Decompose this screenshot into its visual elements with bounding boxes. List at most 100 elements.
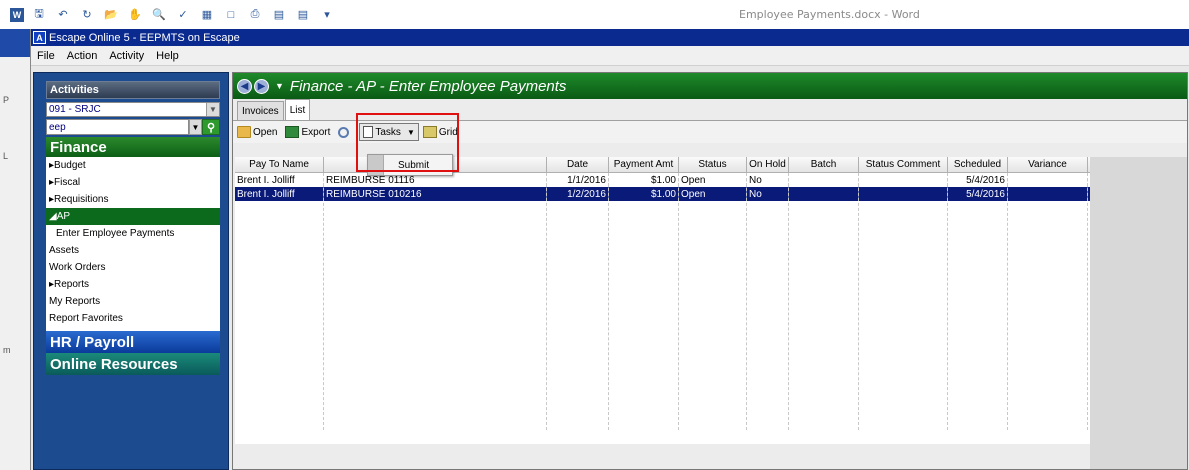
preview-button[interactable] (338, 126, 351, 138)
chevron-down-icon[interactable]: ▼ (189, 119, 202, 135)
category-online-resources[interactable]: Online Resources (46, 353, 220, 375)
nav-item-reports[interactable]: ▸Reports (46, 276, 220, 293)
word-left-ruler: P L m (0, 29, 30, 470)
activity-search: eep ▼ ⚲ (46, 119, 220, 135)
column-header[interactable]: Batch (789, 157, 859, 172)
cell-variance (1008, 173, 1088, 187)
customize-qa-icon[interactable]: ▾ (320, 8, 334, 22)
nav-item-requisitions[interactable]: ▸Requisitions (46, 191, 220, 208)
menu-file[interactable]: File (37, 50, 55, 62)
ruler-mark: L (3, 151, 9, 161)
column-header[interactable]: Pay To Name (235, 157, 324, 172)
cell-on-hold: No (747, 187, 789, 201)
export-label: Export (301, 126, 331, 138)
table-body: Brent I. Jolliff REIMBURSE 01116 1/1/201… (235, 173, 1090, 430)
new-document-icon[interactable]: □ (224, 8, 238, 22)
excel-icon (285, 126, 300, 138)
tab-invoices[interactable]: Invoices (237, 101, 284, 120)
cell-pay-to-name: Brent I. Jolliff (235, 173, 324, 187)
activity-search-input[interactable]: eep (46, 119, 189, 135)
nav-item-work-orders[interactable]: Work Orders (46, 259, 220, 276)
column-header[interactable]: On Hold (747, 157, 789, 172)
save-icon[interactable]: 🖫 (32, 8, 46, 22)
forward-arrow-icon[interactable]: ▶ (254, 78, 269, 94)
touch-mode-icon[interactable]: ✋ (128, 8, 142, 22)
nav-item-ap[interactable]: ◢AP (46, 208, 220, 225)
history-dropdown-icon[interactable]: ▼ (275, 81, 284, 91)
cell-batch (789, 187, 859, 201)
escape-online-window: A Escape Online 5 - EEPMTS on Escape Fil… (30, 29, 1189, 470)
column-header[interactable]: Date (547, 157, 609, 172)
open-folder-icon[interactable]: 📂 (104, 8, 118, 22)
cell-date: 1/2/2016 (547, 187, 609, 201)
cell-variance (1008, 187, 1088, 201)
cell-status: Open (679, 173, 747, 187)
app-title: Escape Online 5 - EEPMTS on Escape (49, 31, 240, 44)
cell-status-comment (859, 187, 948, 201)
nav-item-my-reports[interactable]: My Reports (46, 293, 220, 310)
draw-table-icon[interactable]: ▦ (200, 8, 214, 22)
column-header[interactable]: Payment Amt (609, 157, 679, 172)
nav-item-report-favorites[interactable]: Report Favorites (46, 310, 220, 327)
print-preview-icon[interactable]: 🔍 (152, 8, 166, 22)
word-ribbon-strip (0, 29, 30, 57)
cell-scheduled: 5/4/2016 (948, 173, 1008, 187)
category-hr-payroll[interactable]: HR / Payroll (46, 331, 220, 353)
cell-date: 1/1/2016 (547, 173, 609, 187)
redo-icon[interactable]: ↻ (80, 8, 94, 22)
open-button[interactable]: Open (237, 126, 277, 138)
undo-icon[interactable]: ↶ (56, 8, 70, 22)
table-empty-area (1090, 157, 1187, 469)
magnifier-icon (338, 126, 350, 138)
cell-on-hold: No (747, 173, 789, 187)
cell-description: REIMBURSE 010216 (324, 187, 547, 201)
activities-sidebar: Activities 091 - SRJC ▼ eep ▼ ⚲ Finance … (33, 72, 229, 470)
district-select[interactable]: 091 - SRJC ▼ (46, 102, 220, 117)
open-label: Open (253, 126, 278, 138)
cell-payment-amt: $1.00 (609, 187, 679, 201)
app-title-bar: A Escape Online 5 - EEPMTS on Escape (31, 29, 1189, 46)
back-arrow-icon[interactable]: ◀ (237, 78, 252, 94)
chevron-down-icon[interactable]: ▼ (206, 103, 219, 116)
spelling-icon[interactable]: ✓ (176, 8, 190, 22)
column-header[interactable]: Status Comment (859, 157, 948, 172)
print-icon[interactable]: ⎙ (248, 8, 262, 22)
escape-logo-icon: A (33, 31, 46, 44)
category-finance[interactable]: Finance (46, 137, 220, 157)
word-logo-icon[interactable]: W (10, 7, 24, 22)
word-window-title: Employee Payments.docx - Word (739, 8, 920, 21)
cell-status: Open (679, 187, 747, 201)
menu-help[interactable]: Help (156, 50, 179, 62)
menu-action[interactable]: Action (67, 50, 98, 62)
page2-icon[interactable]: ▤ (296, 8, 310, 22)
activities-header: Activities (46, 81, 220, 99)
cell-pay-to-name: Brent I. Jolliff (235, 187, 324, 201)
cell-status-comment (859, 173, 948, 187)
table-row[interactable]: Brent I. Jolliff REIMBURSE 01116 1/1/201… (235, 173, 1090, 187)
cell-scheduled: 5/4/2016 (948, 187, 1008, 201)
cell-payment-amt: $1.00 (609, 173, 679, 187)
table-row-selected[interactable]: Brent I. Jolliff REIMBURSE 010216 1/2/20… (235, 187, 1090, 201)
search-icon[interactable]: ⚲ (202, 119, 220, 135)
menu-bar: File Action Activity Help (31, 46, 1189, 66)
nav-item-budget[interactable]: ▸Budget (46, 157, 220, 174)
ruler-mark: P (3, 95, 10, 105)
main-header: ◀ ▶ ▼ Finance - AP - Enter Employee Paym… (233, 73, 1187, 99)
tab-list[interactable]: List (284, 99, 311, 120)
column-header[interactable]: Status (679, 157, 747, 172)
menu-activity[interactable]: Activity (109, 50, 144, 62)
page-icon[interactable]: ▤ (272, 8, 286, 22)
export-button[interactable]: Export (285, 126, 330, 138)
column-header[interactable]: Scheduled (948, 157, 1008, 172)
cell-batch (789, 173, 859, 187)
nav-item-enter-employee-payments[interactable]: Enter Employee Payments (46, 225, 220, 242)
payments-table: Pay To Name Date Payment Amt Status On H… (235, 157, 1090, 444)
nav-item-fiscal[interactable]: ▸Fiscal (46, 174, 220, 191)
district-select-value: 091 - SRJC (49, 104, 101, 115)
column-header[interactable]: Variance (1008, 157, 1088, 172)
annotation-highlight-box (356, 113, 459, 172)
page-title: Finance - AP - Enter Employee Payments (289, 77, 567, 95)
column-gridlines (235, 173, 1088, 430)
nav-item-assets[interactable]: Assets (46, 242, 220, 259)
ruler-mark: m (3, 345, 11, 355)
